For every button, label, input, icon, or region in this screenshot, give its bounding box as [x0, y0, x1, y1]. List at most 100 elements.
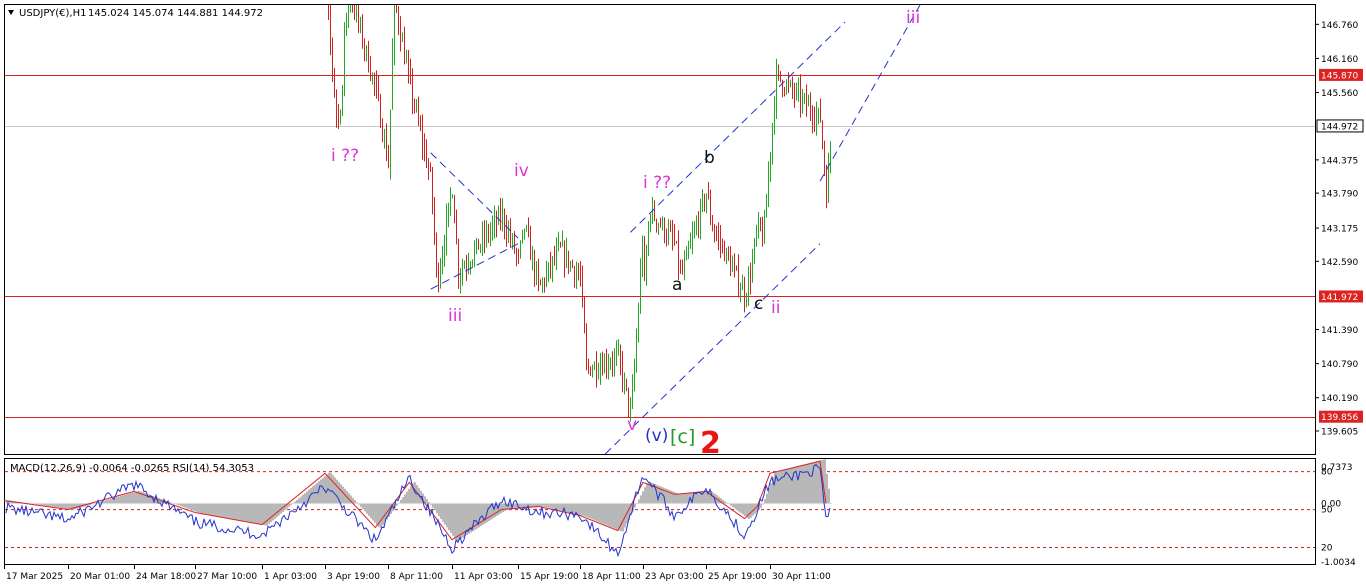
macd-histogram-bar — [342, 486, 344, 504]
macd-histogram-bar — [750, 503, 752, 518]
macd-histogram-bar — [452, 503, 454, 536]
macd-histogram-bar — [216, 503, 218, 517]
macd-histogram-bar — [120, 495, 122, 504]
macd-histogram-bar — [738, 503, 740, 512]
macd-histogram-bar — [640, 495, 642, 504]
macd-histogram-bar — [240, 503, 242, 521]
macd-histogram-bar — [406, 491, 408, 504]
macd-histogram-bar — [766, 493, 768, 504]
macd-histogram-bar — [622, 503, 624, 532]
price-axis-label: 139.605 — [1321, 427, 1358, 437]
macd-histogram-bar — [598, 503, 600, 523]
macd-histogram-bar — [222, 503, 224, 518]
macd-histogram-bar — [830, 503, 832, 504]
macd-histogram-bar — [174, 503, 176, 504]
macd-histogram-bar — [186, 503, 188, 509]
macd-histogram-bar — [34, 503, 36, 505]
level-price-tag: 141.972 — [1321, 293, 1358, 303]
macd-histogram-bar — [410, 485, 412, 504]
macd-histogram-bar — [566, 503, 568, 513]
macd-histogram-bar — [804, 464, 806, 504]
macd-histogram-bar — [294, 501, 296, 504]
macd-histogram-bar — [748, 503, 750, 520]
macd-histogram-bar — [578, 503, 580, 515]
macd-histogram-bar — [558, 503, 560, 511]
time-axis-label: 17 Mar 2025 — [6, 572, 63, 582]
macd-histogram-bar — [32, 503, 34, 504]
macd-histogram-bar — [552, 503, 554, 509]
macd-histogram-bar — [270, 503, 272, 523]
macd-histogram-bar — [426, 499, 428, 504]
macd-histogram-bar — [376, 503, 378, 525]
main-price-panel-frame — [4, 4, 1316, 455]
macd-histogram-bar — [728, 503, 730, 505]
wave-label: i ?? — [331, 146, 359, 166]
time-axis-label: 27 Mar 10:00 — [197, 572, 257, 582]
macd-histogram-bar — [454, 503, 456, 539]
macd-histogram-bar — [370, 503, 372, 519]
macd-histogram-bar — [44, 503, 46, 506]
price-axis-label: 141.390 — [1321, 326, 1358, 336]
macd-histogram-bar — [182, 503, 184, 507]
macd-histogram-bar — [194, 503, 196, 512]
macd-histogram-bar — [726, 502, 728, 504]
macd-histogram-bar — [272, 503, 274, 521]
macd-histogram-bar — [330, 472, 332, 504]
macd-histogram-bar — [368, 503, 370, 516]
macd-histogram-bar — [134, 491, 136, 504]
macd-histogram-bar — [364, 503, 366, 512]
macd-histogram-bar — [336, 479, 338, 504]
macd-histogram-bar — [180, 503, 182, 507]
macd-histogram-bar — [48, 503, 50, 507]
macd-histogram-bar — [118, 496, 120, 504]
macd-histogram-bar — [488, 503, 490, 522]
macd-histogram-bar — [570, 503, 572, 513]
macd-histogram-bar — [334, 477, 336, 504]
macd-histogram-bar — [52, 503, 54, 507]
macd-histogram-bar — [64, 503, 66, 509]
macd-histogram-bar — [502, 503, 504, 513]
macd-histogram-bar — [790, 467, 792, 504]
macd-histogram-bar — [404, 494, 406, 504]
macd-histogram-bar — [60, 503, 62, 509]
macd-histogram-bar — [298, 498, 300, 504]
macd-histogram-bar — [66, 503, 68, 509]
macd-histogram-bar — [250, 503, 252, 523]
macd-histogram-bar — [68, 503, 70, 510]
macd-histogram-bar — [408, 488, 410, 504]
macd-histogram-bar — [242, 503, 244, 522]
price-axis-label: 140.790 — [1321, 360, 1358, 370]
macd-histogram-bar — [356, 502, 358, 504]
macd-histogram-bar — [254, 503, 256, 524]
macd-histogram-bar — [246, 503, 248, 522]
macd-histogram-bar — [762, 503, 764, 505]
macd-histogram-bar — [740, 503, 742, 514]
macd-histogram-bar — [770, 482, 772, 504]
price-axis-label: 143.790 — [1321, 190, 1358, 200]
macd-histogram-bar — [262, 503, 264, 525]
wave-label: v — [627, 415, 637, 435]
macd-histogram-bar — [210, 503, 212, 516]
macd-histogram-bar — [108, 499, 110, 504]
macd-histogram-bar — [434, 503, 436, 511]
macd-histogram-bar — [92, 503, 94, 505]
macd-histogram-bar — [300, 496, 302, 504]
macd-histogram-bar — [586, 503, 588, 517]
macd-histogram-bar — [592, 503, 594, 520]
macd-histogram-bar — [736, 503, 738, 511]
time-axis-label: 20 Mar 01:00 — [70, 572, 130, 582]
macd-histogram-bar — [582, 503, 584, 516]
macd-histogram-bar — [94, 503, 96, 504]
macd-histogram-bar — [430, 503, 432, 505]
price-axis-label: 143.175 — [1321, 225, 1358, 235]
symbol-label[interactable]: USDJPY(€),H1 — [19, 8, 86, 19]
macd-histogram-bar — [448, 503, 450, 531]
macd-histogram-bar — [196, 503, 198, 512]
macd-histogram-bar — [680, 493, 682, 504]
macd-histogram-bar — [596, 503, 598, 522]
macd-histogram-bar — [732, 503, 734, 508]
wave-label: iii — [448, 306, 462, 326]
macd-histogram-bar — [500, 503, 502, 514]
macd-histogram-bar — [288, 503, 290, 507]
macd-histogram-bar — [238, 503, 240, 521]
